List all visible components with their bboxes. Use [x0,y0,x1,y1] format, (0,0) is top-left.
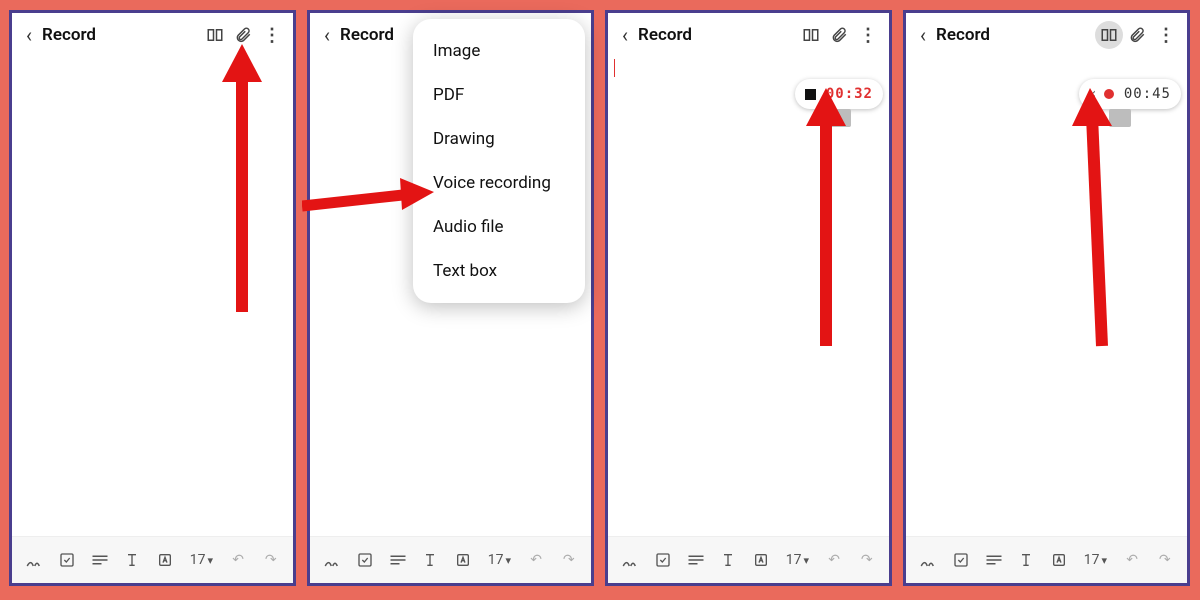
page-title: Record [936,25,990,45]
text-format-button[interactable] [1012,545,1041,575]
undo-button[interactable]: ↶ [224,545,253,575]
text-color-button[interactable] [747,545,776,575]
undo-button[interactable]: ↶ [820,545,849,575]
handwriting-button[interactable] [914,545,943,575]
back-icon[interactable]: ‹ [616,23,634,47]
phone-panel-2: ‹ Record Image PDF Drawing Voice recordi… [307,10,594,586]
font-size-button[interactable]: 17▾ [1077,545,1114,575]
reading-mode-icon[interactable] [797,21,825,49]
more-icon[interactable]: ⋮ [853,21,881,49]
record-dot-icon[interactable] [1104,89,1114,99]
recording-pill[interactable]: ‹ 00:45 [1079,79,1181,109]
back-icon[interactable]: ‹ [914,23,932,47]
attach-icon[interactable] [229,21,257,49]
drag-handle[interactable] [1109,109,1131,127]
header: ‹ Record ⋮ [608,13,889,57]
checkbox-button[interactable] [649,545,678,575]
header: ‹ Record ⋮ [12,13,293,57]
text-color-button[interactable] [1045,545,1074,575]
menu-item-text-box[interactable]: Text box [413,249,585,293]
checkbox-button[interactable] [351,545,380,575]
bottom-toolbar: 17▾ ↶ ↷ [608,536,889,583]
checkbox-button[interactable] [53,545,82,575]
undo-button[interactable]: ↶ [522,545,551,575]
phone-panel-1: ‹ Record ⋮ 17▾ ↶ ↷ [9,10,296,586]
reading-mode-icon[interactable] [1095,21,1123,49]
caret-down-icon: ▾ [208,554,214,567]
redo-button[interactable]: ↷ [852,545,881,575]
text-cursor [614,59,615,77]
caret-down-icon: ▾ [506,554,512,567]
recording-pill[interactable]: 00:32 [795,79,883,109]
font-size-button[interactable]: 17▾ [779,545,816,575]
text-format-button[interactable] [118,545,147,575]
more-icon[interactable]: ⋮ [257,21,285,49]
divider-button[interactable] [979,545,1008,575]
caret-down-icon: ▾ [1102,554,1108,567]
page-title: Record [340,25,394,45]
note-canvas[interactable] [906,57,1187,527]
menu-item-pdf[interactable]: PDF [413,73,585,117]
menu-item-voice-recording[interactable]: Voice recording [413,161,585,205]
drag-handle[interactable] [829,109,851,127]
recording-time: 00:32 [826,86,873,102]
note-canvas[interactable] [608,57,889,527]
reading-mode-icon[interactable] [201,21,229,49]
back-icon[interactable]: ‹ [20,23,38,47]
attach-icon[interactable] [1123,21,1151,49]
phone-panel-3: ‹ Record ⋮ 00:32 17▾ ↶ ↷ [605,10,892,586]
checkbox-button[interactable] [947,545,976,575]
handwriting-button[interactable] [318,545,347,575]
menu-item-audio-file[interactable]: Audio file [413,205,585,249]
header: ‹ Record ⋮ [906,13,1187,57]
menu-item-image[interactable]: Image [413,29,585,73]
phone-panel-4: ‹ Record ⋮ ‹ 00:45 17▾ ↶ ↷ [903,10,1190,586]
attach-icon[interactable] [825,21,853,49]
redo-button[interactable]: ↷ [554,545,583,575]
handwriting-button[interactable] [616,545,645,575]
more-icon[interactable]: ⋮ [1151,21,1179,49]
font-size-value: 17 [488,552,504,568]
divider-button[interactable] [85,545,114,575]
redo-button[interactable]: ↷ [256,545,285,575]
caret-down-icon: ▾ [804,554,810,567]
divider-button[interactable] [681,545,710,575]
bottom-toolbar: 17▾ ↶ ↷ [310,536,591,583]
stop-icon[interactable] [805,89,816,100]
text-format-button[interactable] [714,545,743,575]
menu-item-drawing[interactable]: Drawing [413,117,585,161]
back-icon[interactable]: ‹ [318,23,336,47]
page-title: Record [638,25,692,45]
text-format-button[interactable] [416,545,445,575]
note-canvas[interactable] [12,57,293,527]
font-size-button[interactable]: 17▾ [481,545,518,575]
font-size-button[interactable]: 17▾ [183,545,220,575]
text-color-button[interactable] [151,545,180,575]
undo-button[interactable]: ↶ [1118,545,1147,575]
font-size-value: 17 [1084,552,1100,568]
handwriting-button[interactable] [20,545,49,575]
font-size-value: 17 [190,552,206,568]
bottom-toolbar: 17▾ ↶ ↷ [906,536,1187,583]
bottom-toolbar: 17▾ ↶ ↷ [12,536,293,583]
collapse-icon[interactable]: ‹ [1089,86,1097,102]
attach-menu: Image PDF Drawing Voice recording Audio … [413,19,585,303]
divider-button[interactable] [383,545,412,575]
redo-button[interactable]: ↷ [1150,545,1179,575]
recording-time: 00:45 [1124,86,1171,102]
text-color-button[interactable] [449,545,478,575]
page-title: Record [42,25,96,45]
font-size-value: 17 [786,552,802,568]
